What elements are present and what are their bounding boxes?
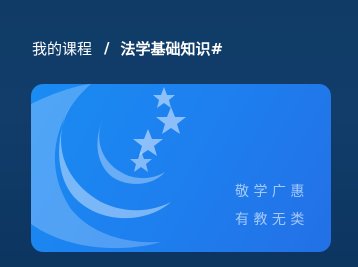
course-motto: 敬 学 广 惠 有 教 无 类 <box>235 178 304 234</box>
breadcrumb-current-course: 法学基础知识# <box>120 39 224 58</box>
motto-line-1: 敬 学 广 惠 <box>235 184 305 200</box>
motto-line-2: 有 教 无 类 <box>235 212 305 228</box>
breadcrumb-my-courses-link[interactable]: 我的课程 <box>32 38 92 59</box>
course-card[interactable]: 敬 学 广 惠 有 教 无 类 <box>31 84 331 252</box>
breadcrumb-separator: / <box>104 39 110 57</box>
breadcrumb: 我的课程 / 法学基础知识# <box>32 38 223 58</box>
